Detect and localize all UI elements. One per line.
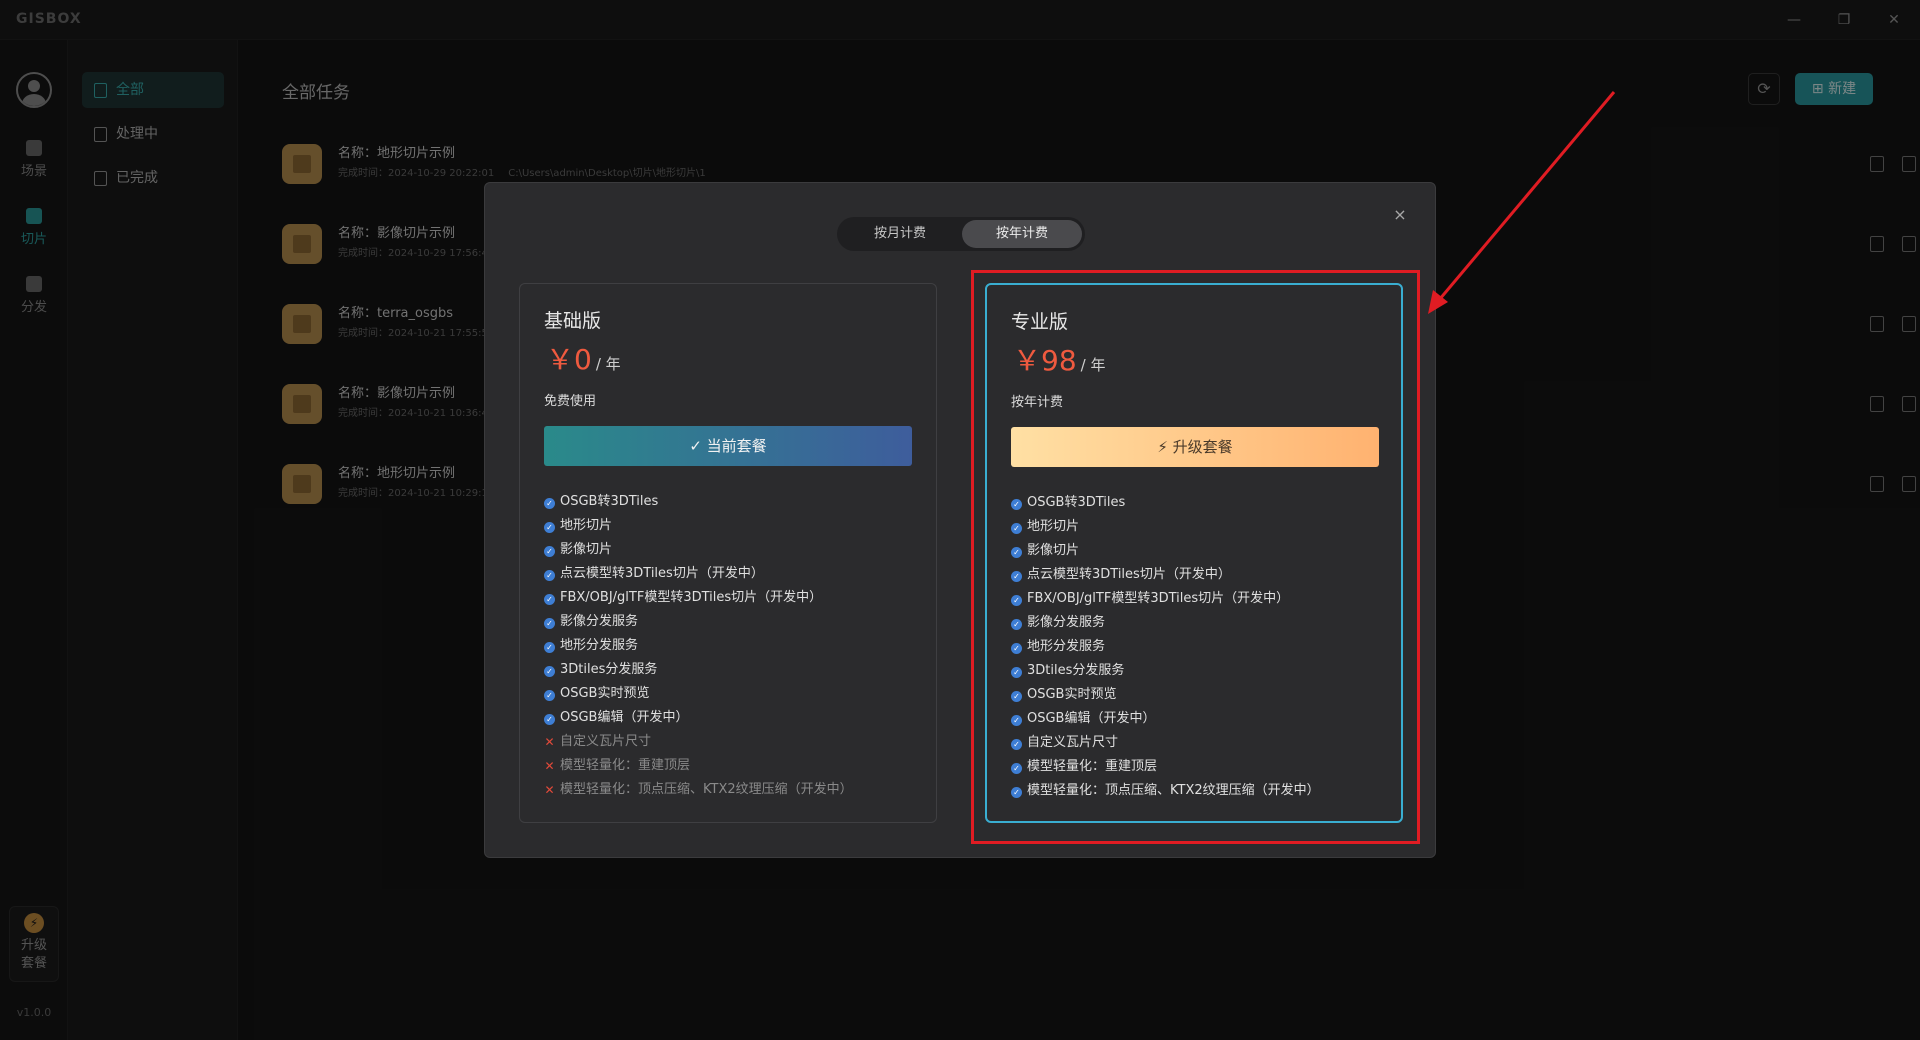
arrow-shaft [1432, 91, 1616, 307]
app-window: GISBOX — ❐ ✕ 场景 切片 分发 ⚡ 升级 套餐 v1.0.0 全部 … [0, 0, 1920, 1040]
annotation-arrow [1428, 91, 1616, 314]
